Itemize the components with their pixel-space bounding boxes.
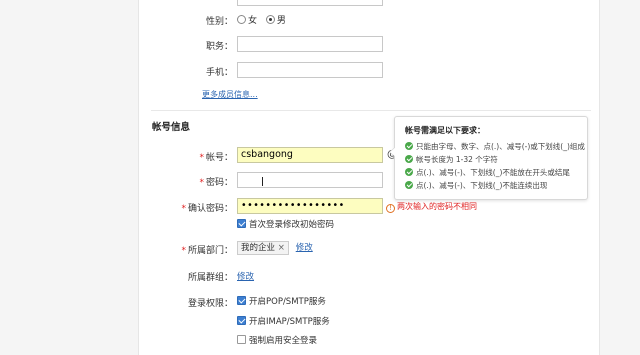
mobile-input[interactable] [237,62,383,78]
confirm-password-label: * 确认密码： [139,201,233,214]
password-input[interactable] [237,172,383,188]
imap-smtp-label: 开启IMAP/SMTP服务 [249,317,330,327]
check-circle-icon [405,168,413,176]
confirm-password-label-text: 确认密码： [187,204,233,214]
first-login-checkbox[interactable] [237,219,246,228]
gender-male-label: 男 [276,16,286,26]
check-circle-icon [405,155,413,163]
rule-item: 帐号长度为 1-32 个字符 [405,153,579,166]
warning-circle-icon: ! [386,204,395,213]
rule-text: 点(.)、减号(-)、下划线(_)不能连续出现 [416,181,548,190]
secure-login-label: 强制启用安全登录 [249,336,318,346]
position-input[interactable] [237,36,383,52]
first-login-label: 首次登录修改初始密码 [249,220,335,230]
confirm-password-input[interactable]: ••••••••••••••••• [237,198,383,214]
password-label: * 密码： [139,175,233,188]
gender-option-male[interactable]: 男 [265,15,286,26]
secure-login-checkbox[interactable] [237,335,246,344]
section-divider [151,110,591,111]
rule-item: 点(.)、减号(-)、下划线(_)不能放在开头或结尾 [405,166,579,179]
pop-smtp-label: 开启POP/SMTP服务 [249,297,326,307]
check-circle-icon [405,142,413,150]
text-cursor-icon [262,177,263,186]
account-rules-tooltip: 帐号需满足以下要求： 只能由字母、数字、点(.)、减号(-)或下划线(_)组成 … [389,116,588,200]
rule-text: 只能由字母、数字、点(.)、减号(-)或下划线(_)组成 [416,142,585,151]
tooltip-title: 帐号需满足以下要求： [405,126,485,135]
gender-female-label: 女 [248,16,258,26]
pop-smtp-checkbox[interactable] [237,296,246,305]
gender-option-female[interactable]: 女 [237,15,258,26]
radio-male[interactable] [265,15,275,24]
edit-department-link[interactable]: 修改 [296,243,313,253]
rule-item: 点(.)、减号(-)、下划线(_)不能连续出现 [405,179,579,192]
account-label-text: 帐号： [205,153,233,163]
rule-text: 点(.)、减号(-)、下划线(_)不能放在开头或结尾 [416,168,570,177]
password-label-text: 密码： [205,178,233,188]
gender-options: 女 男 [237,13,286,26]
position-label: 职务： [205,42,233,52]
permissions-label: 登录权限： [187,299,233,309]
radio-female[interactable] [237,15,246,24]
account-input[interactable]: csbangong [237,147,383,163]
required-mark: * [181,204,186,214]
check-circle-icon [405,181,413,189]
error-text: 两次输入的密码不相同 [397,202,477,211]
edit-group-link[interactable]: 修改 [237,270,254,282]
department-value: 我的企业 × 修改 [237,241,313,255]
account-label: * 帐号： [139,150,233,163]
gender-label: 性别： [205,17,233,27]
mobile-label: 手机： [205,68,233,78]
department-label: * 所属部门： [139,243,233,256]
required-mark: * [199,178,204,188]
permission-pop-smtp[interactable]: 开启POP/SMTP服务 [237,295,326,307]
first-login-change-option[interactable]: 首次登录修改初始密码 [237,218,334,230]
permission-imap-smtp[interactable]: 开启IMAP/SMTP服务 [237,315,330,327]
department-tag-label: 我的企业 [241,243,276,253]
more-info-link[interactable]: 更多成员信息... [202,89,258,100]
imap-smtp-checkbox[interactable] [237,316,246,325]
top-partial-input[interactable] [237,0,383,6]
password-mismatch-error: ! 两次输入的密码不相同 [386,201,477,213]
required-mark: * [199,153,204,163]
department-tag: 我的企业 × [237,241,289,255]
rule-text: 帐号长度为 1-32 个字符 [416,155,498,164]
permission-secure-login[interactable]: 强制启用安全登录 [237,334,317,346]
section-title-account: 帐号信息 [152,122,191,133]
required-mark: * [181,246,186,256]
rule-item: 只能由字母、数字、点(.)、减号(-)或下划线(_)组成 [405,140,585,153]
tag-remove-icon[interactable]: × [278,243,285,253]
department-label-text: 所属部门： [187,246,233,256]
group-label: 所属群组： [187,273,233,283]
